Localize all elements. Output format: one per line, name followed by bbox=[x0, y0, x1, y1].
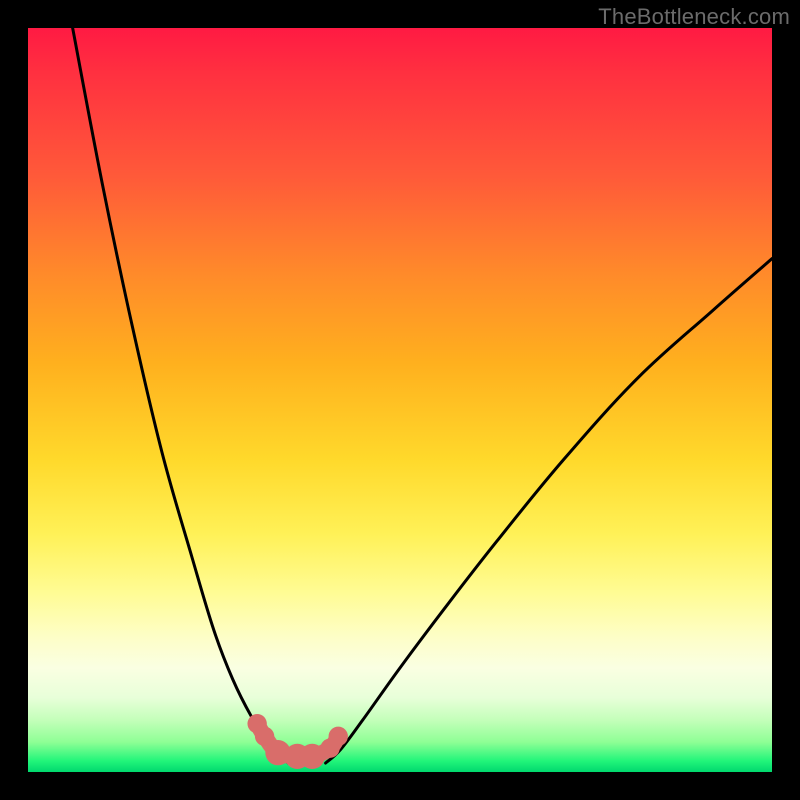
plot-area bbox=[28, 28, 772, 772]
marker-point bbox=[329, 727, 348, 746]
chart-svg bbox=[28, 28, 772, 772]
watermark-text: TheBottleneck.com bbox=[598, 4, 790, 30]
curve-right-curve bbox=[326, 259, 772, 763]
curve-left-curve bbox=[73, 28, 289, 763]
chart-frame: TheBottleneck.com bbox=[0, 0, 800, 800]
